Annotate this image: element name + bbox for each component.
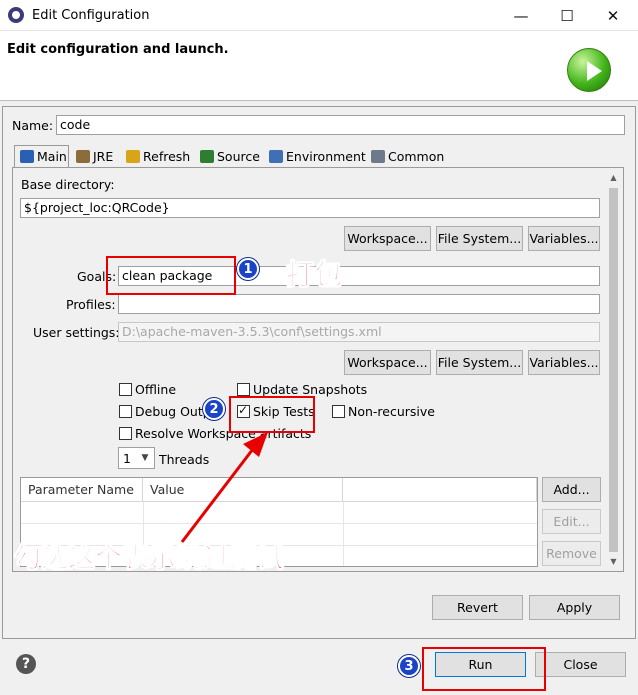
annotation-skip-tests-text: 勾选这个表示跳过测试 [14,543,285,575]
arrow-head [243,432,268,457]
run-highlight-box [422,647,546,691]
step-badge-3: 3 [398,655,420,677]
arrow-shaft [180,444,258,543]
annotation-arrow [180,432,268,543]
